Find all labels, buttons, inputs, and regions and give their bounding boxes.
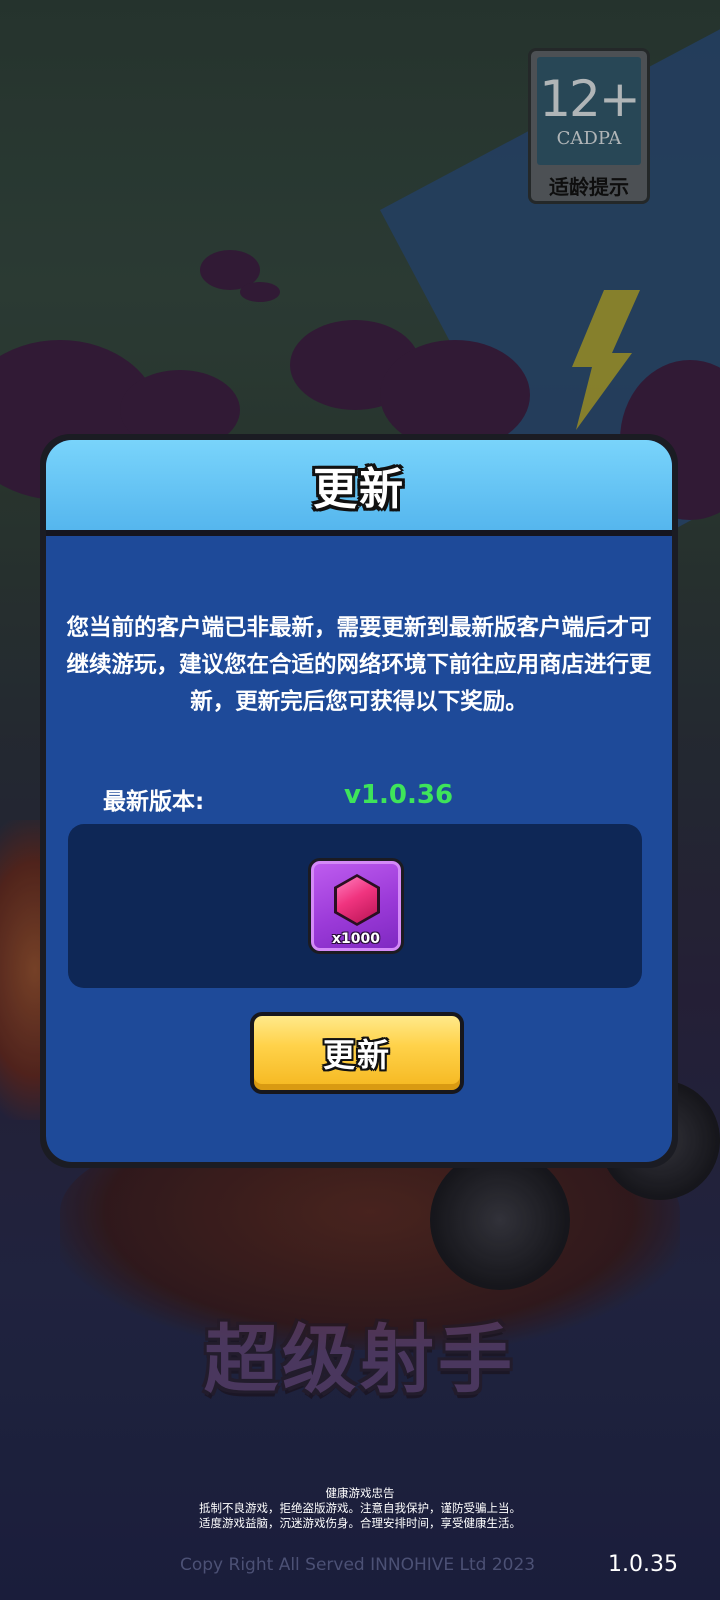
latest-version-label: 最新版本: <box>103 789 205 815</box>
advisory-line-1: 抵制不良游戏，拒绝盗版游戏。注意自我保护，谨防受骗上当。 <box>199 1501 521 1515</box>
advisory-title: 健康游戏忠告 <box>325 1486 395 1500</box>
latest-version-row: 最新版本: v1.0.36 <box>46 780 672 818</box>
reward-quantity: x1000 <box>332 931 380 947</box>
reward-panel: x1000 <box>68 824 642 988</box>
health-advisory: 健康游戏忠告 抵制不良游戏，拒绝盗版游戏。注意自我保护，谨防受骗上当。 适度游戏… <box>0 1486 720 1531</box>
update-button-label: 更新 <box>322 1036 391 1074</box>
advisory-line-2: 适度游戏益脑，沉迷游戏伤身。合理安排时间，享受健康生活。 <box>199 1516 521 1530</box>
latest-version-value: v1.0.36 <box>344 780 454 810</box>
update-message: 您当前的客户端已非最新，需要更新到最新版客户端后才可继续游玩，建议您在合适的网络… <box>66 615 652 715</box>
dialog-title: 更新 <box>313 464 405 515</box>
update-button[interactable]: 更新 <box>250 1012 464 1094</box>
copyright-text: Copy Right All Served INNOHIVE Ltd 2023 <box>180 1555 536 1575</box>
dialog-body: 更新 您当前的客户端已非最新，需要更新到最新版客户端后才可继续游玩，建议您在合适… <box>46 440 672 1162</box>
reward-item: x1000 <box>308 858 404 954</box>
update-dialog: 更新 您当前的客户端已非最新，需要更新到最新版客户端后才可继续游玩，建议您在合适… <box>40 434 678 1168</box>
build-version: 1.0.35 <box>608 1552 678 1577</box>
dialog-header: 更新 <box>46 440 672 536</box>
